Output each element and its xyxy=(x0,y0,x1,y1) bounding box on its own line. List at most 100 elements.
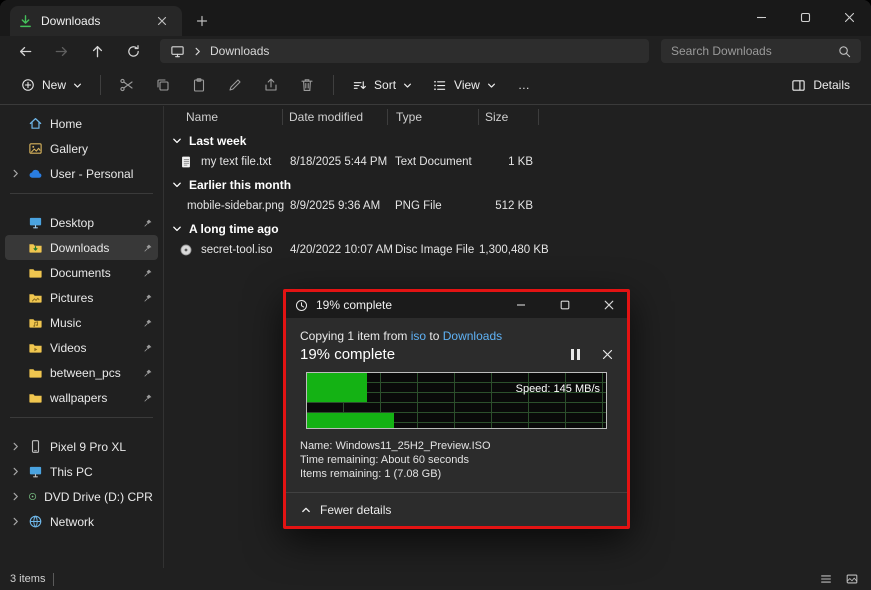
sidebar-item-this-pc[interactable]: This PC xyxy=(5,459,158,484)
sidebar-label: wallpapers xyxy=(50,391,107,405)
sidebar-label: DVD Drive (D:) CPRA_X64FRE... xyxy=(44,490,153,504)
monitor-icon xyxy=(170,44,185,59)
sidebar-label: Desktop xyxy=(50,216,94,230)
chevron-right-icon[interactable] xyxy=(10,517,21,526)
close-button[interactable] xyxy=(827,0,871,34)
sidebar-label: Music xyxy=(50,316,81,330)
dialog-minimize-button[interactable] xyxy=(503,292,539,318)
up-button[interactable] xyxy=(82,38,112,64)
column-header-name[interactable]: Name xyxy=(165,109,283,125)
details-pane-button[interactable]: Details xyxy=(782,70,859,100)
file-date: 4/20/2022 10:07 AM xyxy=(283,244,388,256)
chevron-down-icon xyxy=(172,180,182,190)
dialog-maximize-button[interactable] xyxy=(547,292,583,318)
folder-icon xyxy=(28,390,43,405)
details-view-icon[interactable] xyxy=(817,571,835,587)
sidebar-label: Pictures xyxy=(50,291,93,305)
toolbar-separator xyxy=(333,75,334,95)
file-row-my-text-file[interactable]: my text file.txt 8/18/2025 5:44 PM Text … xyxy=(165,151,871,172)
sidebar-item-documents[interactable]: Documents xyxy=(5,260,158,285)
paste-button[interactable] xyxy=(182,70,216,100)
dialog-close-button[interactable] xyxy=(591,292,627,318)
rename-button[interactable] xyxy=(218,70,252,100)
share-button[interactable] xyxy=(254,70,288,100)
file-row-mobile-sidebar[interactable]: mobile-sidebar.png 8/9/2025 9:36 AM PNG … xyxy=(165,195,871,216)
chevron-right-icon[interactable] xyxy=(10,442,21,451)
pause-button[interactable] xyxy=(571,349,580,360)
videos-folder-icon xyxy=(28,340,43,355)
breadcrumb-downloads[interactable]: Downloads xyxy=(210,44,269,58)
file-name: secret-tool.iso xyxy=(201,244,273,256)
progress-bar-fill xyxy=(307,413,394,428)
source-link[interactable]: iso xyxy=(411,329,426,343)
sidebar-item-network[interactable]: Network xyxy=(5,509,158,534)
cut-button[interactable] xyxy=(110,70,144,100)
cancel-copy-button[interactable] xyxy=(602,349,613,360)
forward-button[interactable] xyxy=(46,38,76,64)
chevron-down-icon xyxy=(403,81,412,90)
sidebar-item-user-personal[interactable]: User - Personal xyxy=(5,161,158,186)
sidebar-item-gallery[interactable]: Gallery xyxy=(5,136,158,161)
address-bar[interactable]: Downloads xyxy=(160,39,649,63)
new-button[interactable]: New xyxy=(12,70,91,100)
sidebar-item-pictures[interactable]: Pictures xyxy=(5,285,158,310)
pictures-folder-icon xyxy=(28,290,43,305)
group-label: Last week xyxy=(189,134,246,148)
monitor-icon xyxy=(28,464,43,479)
chevron-right-icon[interactable] xyxy=(10,492,21,501)
home-icon xyxy=(28,116,43,131)
group-header-last-week[interactable]: Last week xyxy=(165,130,871,151)
progress-bar xyxy=(307,413,606,428)
column-header-type[interactable]: Type xyxy=(388,109,479,125)
sidebar-item-music[interactable]: Music xyxy=(5,310,158,335)
sidebar-item-wallpapers[interactable]: wallpapers xyxy=(5,385,158,410)
sort-button-label: Sort xyxy=(374,78,396,92)
chevron-down-icon xyxy=(487,81,496,90)
search-input[interactable] xyxy=(671,44,832,58)
pin-icon xyxy=(143,293,153,303)
sidebar-item-between-pcs[interactable]: between_pcs xyxy=(5,360,158,385)
column-header-date-modified[interactable]: Date modified xyxy=(283,109,388,125)
transfer-speed-chart: Speed: 145 MB/s xyxy=(306,372,607,429)
minimize-button[interactable] xyxy=(739,0,783,34)
sidebar-item-desktop[interactable]: Desktop xyxy=(5,210,158,235)
details-button-label: Details xyxy=(813,78,850,92)
tab-downloads[interactable]: Downloads xyxy=(10,6,182,36)
new-tab-button[interactable] xyxy=(190,10,214,32)
sort-button[interactable]: Sort xyxy=(343,70,421,100)
chevron-down-icon xyxy=(172,136,182,146)
desktop-folder-icon xyxy=(28,215,43,230)
sidebar-label: Documents xyxy=(50,266,111,280)
tab-close-icon[interactable] xyxy=(150,10,174,32)
column-header-size[interactable]: Size xyxy=(479,109,539,125)
copy-button[interactable] xyxy=(146,70,180,100)
sidebar-item-dvd-drive[interactable]: DVD Drive (D:) CPRA_X64FRE... xyxy=(5,484,158,509)
copy-details: Name: Windows11_25H2_Preview.ISO Time re… xyxy=(300,439,613,481)
view-button[interactable]: View xyxy=(423,70,505,100)
group-header-earlier-this-month[interactable]: Earlier this month xyxy=(165,174,871,195)
chevron-right-icon[interactable] xyxy=(10,169,21,178)
chevron-right-icon[interactable] xyxy=(10,467,21,476)
file-row-secret-tool[interactable]: secret-tool.iso 4/20/2022 10:07 AM Disc … xyxy=(165,239,871,260)
see-more-button[interactable]: … xyxy=(507,70,541,100)
sidebar-item-downloads[interactable]: Downloads xyxy=(5,235,158,260)
details-pane-icon xyxy=(791,78,806,93)
sidebar-label: between_pcs xyxy=(50,366,121,380)
refresh-button[interactable] xyxy=(118,38,148,64)
group-header-a-long-time-ago[interactable]: A long time ago xyxy=(165,218,871,239)
back-button[interactable] xyxy=(10,38,40,64)
sidebar-item-videos[interactable]: Videos xyxy=(5,335,158,360)
sidebar-label: Network xyxy=(50,515,94,529)
search-icon[interactable] xyxy=(838,45,851,58)
pin-icon xyxy=(143,243,153,253)
copy-prefix: Copying 1 item from xyxy=(300,329,411,343)
sidebar-item-pixel-9-pro-xl[interactable]: Pixel 9 Pro XL xyxy=(5,434,158,459)
fewer-details-toggle[interactable]: Fewer details xyxy=(286,493,627,526)
delete-button[interactable] xyxy=(290,70,324,100)
sidebar-item-home[interactable]: Home xyxy=(5,111,158,136)
maximize-button[interactable] xyxy=(783,0,827,34)
speed-graph-fill xyxy=(307,373,367,402)
large-icons-view-icon[interactable] xyxy=(843,571,861,587)
destination-link[interactable]: Downloads xyxy=(443,329,502,343)
chevron-up-icon xyxy=(301,505,311,515)
